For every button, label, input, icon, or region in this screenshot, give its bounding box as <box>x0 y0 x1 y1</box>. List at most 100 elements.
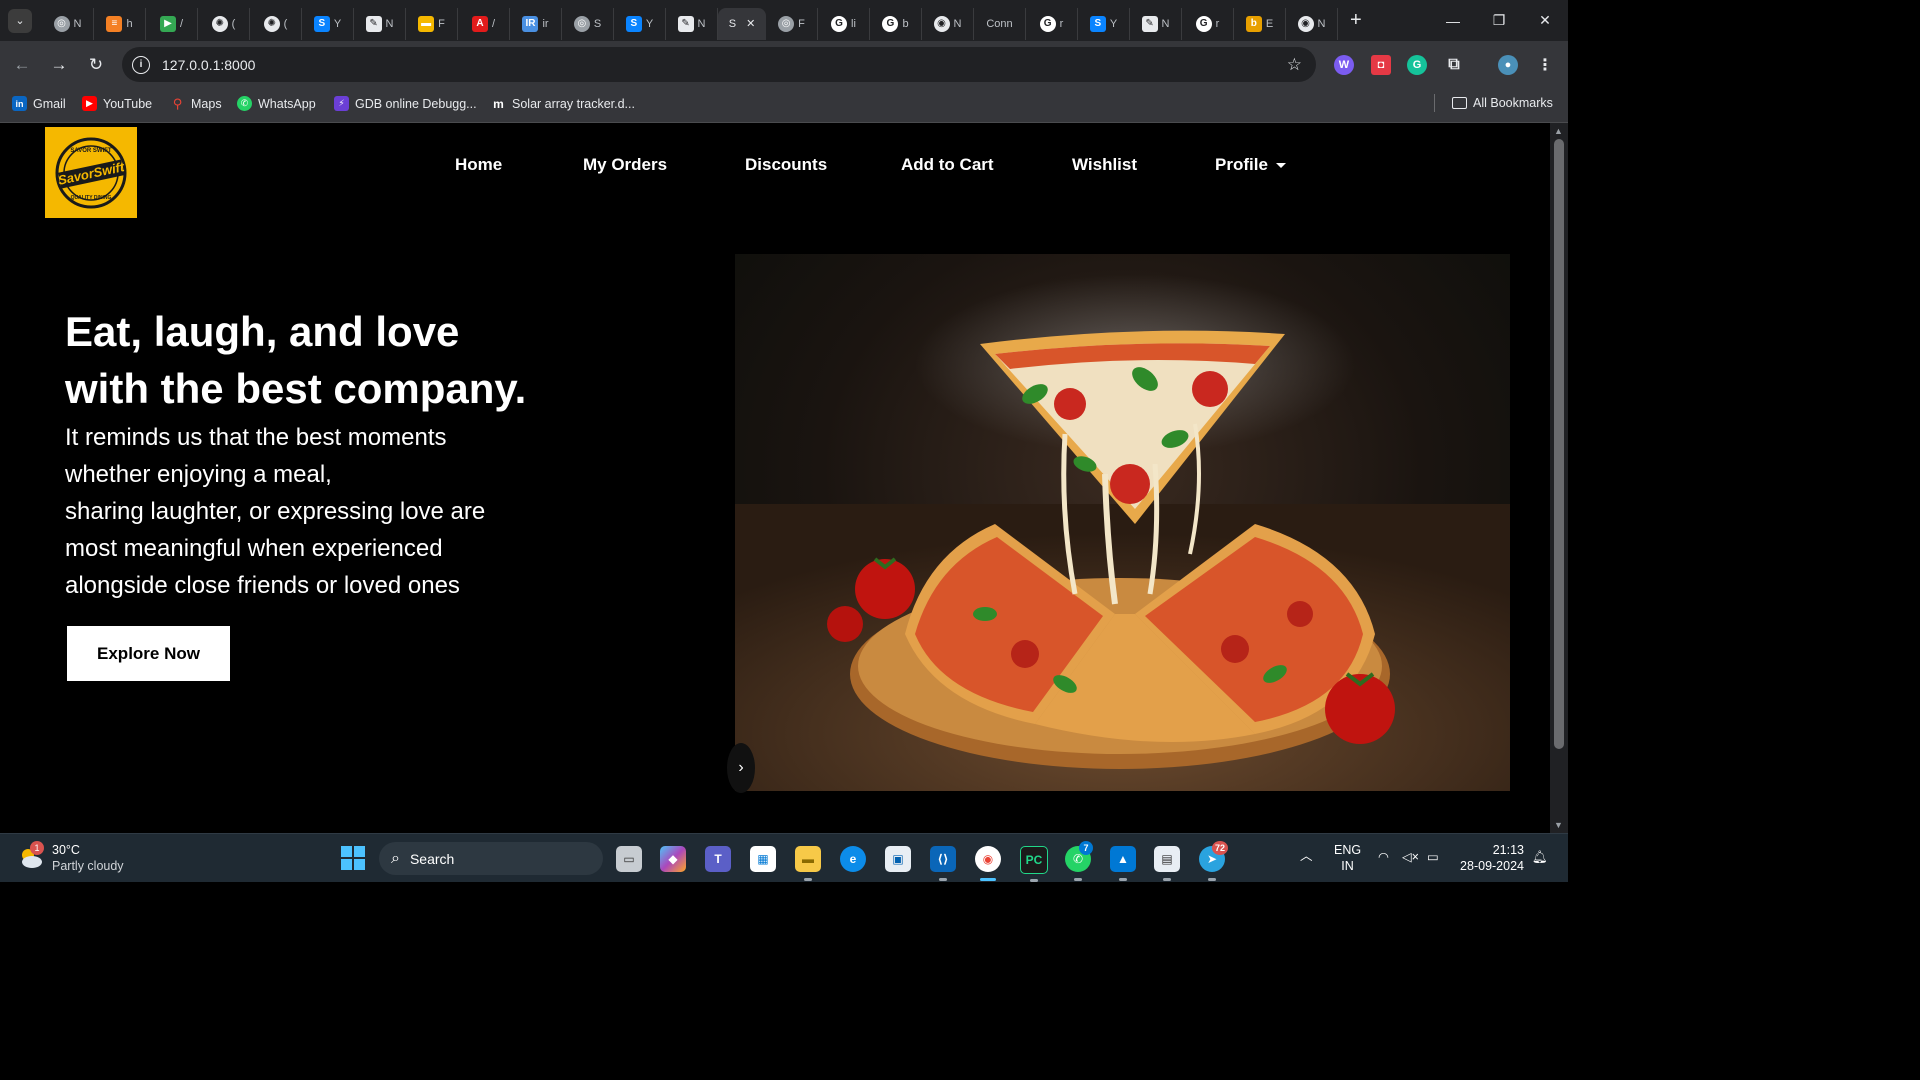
nav-add-to-cart[interactable]: Add to Cart <box>901 155 994 175</box>
pycharm-icon[interactable]: PC <box>1020 846 1048 882</box>
browser-tab[interactable]: Conn <box>974 7 1026 40</box>
browser-tab[interactable]: ≡ h <box>94 7 146 40</box>
notification-bell-icon[interactable]: 🔔︎ <box>1532 849 1548 865</box>
nav-my-orders[interactable]: My Orders <box>583 155 667 175</box>
browser-tab[interactable]: SY <box>302 7 354 40</box>
close-window-icon[interactable]: ✕ <box>1522 0 1568 41</box>
nav-home[interactable]: Home <box>455 155 502 175</box>
reload-icon[interactable]: ↻ <box>84 53 108 77</box>
bookmark-whatsapp[interactable]: ✆ WhatsApp <box>237 96 316 111</box>
scroll-up-icon[interactable]: ▲ <box>1554 126 1563 136</box>
browser-tab[interactable]: SY <box>614 7 666 40</box>
bookmark-gmail[interactable]: in Gmail <box>12 96 66 111</box>
browser-tab[interactable]: SY <box>1078 7 1130 40</box>
windows-taskbar: 1 30°C Partly cloudy ⌕ Search ▭ ◆ T ▦ ▬ … <box>0 833 1568 882</box>
bookmark-star-icon[interactable]: ☆ <box>1287 55 1302 75</box>
profile-avatar-icon[interactable]: ● <box>1498 55 1518 75</box>
browser-tab[interactable]: ◎ N <box>42 7 94 40</box>
chrome-icon[interactable]: ◉ <box>975 846 1001 881</box>
page-scrollbar[interactable]: ▲ ▼ <box>1550 123 1568 833</box>
bookmark-maps[interactable]: ⚲ Maps <box>170 96 222 111</box>
tab-search-button[interactable]: ⌄ <box>8 8 32 33</box>
all-bookmarks[interactable]: All Bookmarks <box>1452 96 1553 110</box>
browser-tab[interactable]: A / <box>458 7 510 40</box>
tab-title: h <box>126 17 133 30</box>
wifi-icon[interactable]: ◠ <box>1378 849 1389 865</box>
nav-profile-dropdown[interactable]: Profile <box>1215 155 1286 175</box>
task-view-icon[interactable]: ▭ <box>616 846 642 872</box>
bookmark-youtube[interactable]: ▶ YouTube <box>82 96 152 111</box>
explore-now-button[interactable]: Explore Now <box>67 626 230 681</box>
github-icon: ◉ <box>1297 15 1314 32</box>
nav-discounts[interactable]: Discounts <box>745 155 827 175</box>
browser-tab[interactable]: ✎ N <box>666 7 718 40</box>
bookmark-solar[interactable]: m Solar array tracker.d... <box>491 96 635 111</box>
browser-tab[interactable]: Gli <box>818 7 870 40</box>
bookmark-gdb[interactable]: ⚡ GDB online Debugg... <box>334 96 477 111</box>
restore-icon[interactable]: ❐ <box>1476 0 1522 41</box>
openai-icon: ✺ <box>211 15 228 32</box>
address-bar[interactable]: i 127.0.0.1:8000 ☆ <box>122 47 1316 82</box>
window-app-icon[interactable]: ▣ <box>885 846 911 872</box>
nav-wishlist[interactable]: Wishlist <box>1072 155 1137 175</box>
browser-tab[interactable]: ◎ F <box>766 7 818 40</box>
browser-tab[interactable]: ◉ N <box>1286 7 1338 40</box>
scroll-down-icon[interactable]: ▼ <box>1554 820 1563 830</box>
subtext-line: whether enjoying a meal, <box>65 461 332 488</box>
browser-tab[interactable]: IR ir <box>510 7 562 40</box>
back-icon[interactable]: ← <box>10 53 34 77</box>
edge-icon[interactable]: e <box>840 846 866 872</box>
browser-tab[interactable]: ✎ N <box>1130 7 1182 40</box>
browser-tab[interactable]: Gb <box>870 7 922 40</box>
pocket-icon[interactable]: ◘ <box>1371 55 1391 75</box>
battery-icon[interactable]: ▭ <box>1427 849 1439 865</box>
weather-widget[interactable]: 1 30°C Partly cloudy <box>18 841 124 874</box>
file-explorer-icon[interactable]: ▬ <box>795 846 821 881</box>
browser-tab[interactable]: ▶ / <box>146 7 198 40</box>
browser-tab[interactable]: ▬ F <box>406 7 458 40</box>
browser-tab[interactable]: S ✕ <box>718 7 766 40</box>
photos-icon[interactable]: ▲ <box>1110 846 1136 881</box>
copilot-icon[interactable]: ◆ <box>660 846 686 872</box>
volume-muted-icon[interactable]: ◁× <box>1402 849 1419 865</box>
tab-title: / <box>179 17 184 30</box>
close-tab-icon[interactable]: ✕ <box>746 17 755 30</box>
browser-tab[interactable]: Gr <box>1026 7 1078 40</box>
url-text[interactable]: 127.0.0.1:8000 <box>162 57 255 73</box>
youtube-icon: ▶ <box>82 96 97 111</box>
browser-tab[interactable]: ✺( <box>198 7 250 40</box>
site-info-icon[interactable]: i <box>132 55 150 74</box>
scrollbar-thumb[interactable] <box>1554 139 1564 749</box>
teams-icon[interactable]: T <box>705 846 731 872</box>
chevron-up-icon[interactable]: ︿ <box>1300 848 1313 864</box>
store-icon[interactable]: ▦ <box>750 846 776 872</box>
calculator-icon[interactable]: ▤ <box>1154 846 1180 881</box>
grammarly-icon[interactable]: G <box>1407 55 1427 75</box>
browser-tab[interactable]: ◎ S <box>562 7 614 40</box>
floating-scroll-button[interactable]: › <box>727 743 755 793</box>
vscode-icon[interactable]: ⟨⟩ <box>930 846 956 881</box>
browser-tab[interactable]: bE <box>1234 7 1286 40</box>
new-tab-button[interactable]: + <box>1350 9 1362 32</box>
browser-tab[interactable]: ✎ N <box>354 7 406 40</box>
telegram-icon[interactable]: ➤ 72 <box>1199 841 1228 881</box>
quill-icon: ✎ <box>1141 15 1158 32</box>
taskbar-search[interactable]: ⌕ Search <box>379 842 603 875</box>
browser-tab[interactable]: ◉ N <box>922 7 974 40</box>
forward-icon[interactable]: → <box>47 53 71 77</box>
quill-icon: ✎ <box>365 15 382 32</box>
clock[interactable]: 21:13 28-09-2024 <box>1460 842 1524 874</box>
extensions-puzzle-icon[interactable]: ⧉ <box>1444 55 1464 75</box>
globe-icon: ◎ <box>573 15 590 32</box>
weather-badge: 1 <box>30 841 44 855</box>
partly-cloudy-icon: 1 <box>18 841 44 871</box>
browser-tab[interactable]: Gr <box>1182 7 1234 40</box>
whatsapp-taskbar-icon[interactable]: ✆ 7 <box>1065 841 1093 881</box>
language-indicator[interactable]: ENG IN <box>1334 842 1361 874</box>
extension-w-icon[interactable]: W <box>1334 55 1354 75</box>
menu-kebab-icon[interactable]: ⋮ <box>1535 55 1555 75</box>
tab-title: F <box>438 17 445 30</box>
minimize-icon[interactable]: — <box>1430 0 1476 41</box>
windows-start-icon[interactable] <box>341 846 365 870</box>
browser-tab[interactable]: ✺( <box>250 7 302 40</box>
